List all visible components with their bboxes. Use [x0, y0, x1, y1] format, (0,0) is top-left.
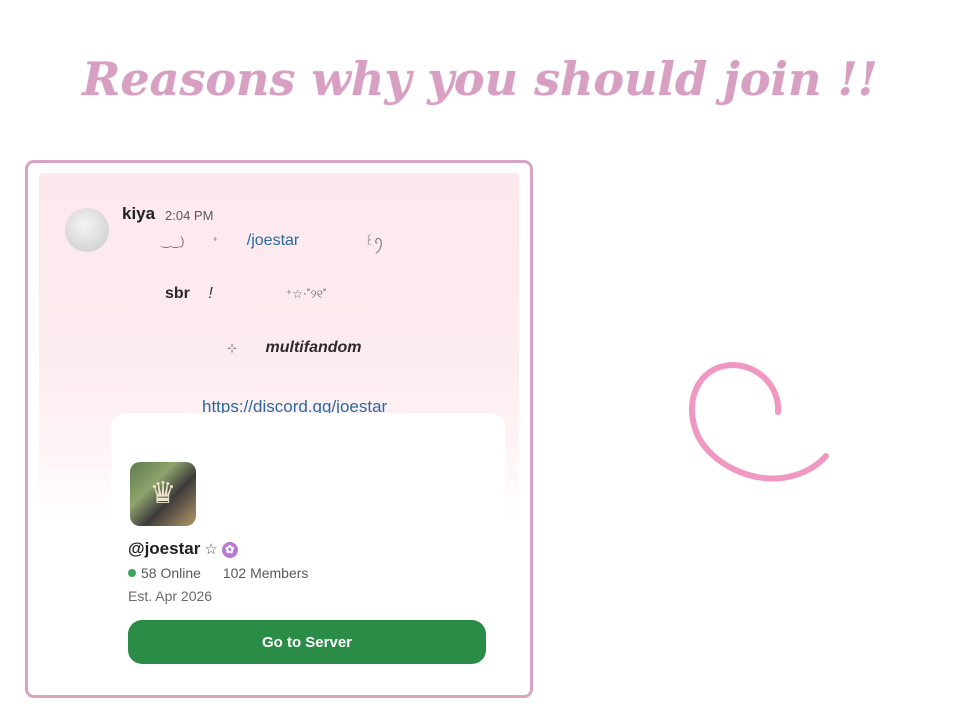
message-line-3: ⊹ multifandom: [227, 339, 362, 357]
go-to-server-button[interactable]: Go to Server: [128, 620, 486, 664]
headline-title: Reasons why you should join !!: [82, 52, 878, 106]
channel-link[interactable]: /joestar: [247, 232, 299, 249]
online-dot-icon: [128, 569, 136, 577]
message-line-1: ⠀ ‿‿) ⠀ ⠀ ⁺ /joestar ⠀ ⠀ ⠀ ⠀ ⠀ ꒰ꪆ: [149, 230, 383, 255]
exclamation-text: !: [208, 285, 213, 302]
server-name-row: @joestar ☆ ✿: [128, 539, 238, 559]
server-avatar-image: ♛: [149, 476, 177, 511]
server-stats: 58 Online 102 Members: [128, 565, 308, 581]
established-date: Est. Apr 2026: [128, 588, 213, 604]
sbr-text: sbr: [165, 285, 190, 302]
member-count: 102 Members: [222, 565, 309, 581]
user-avatar[interactable]: [65, 208, 109, 252]
online-count: 58 Online: [141, 565, 201, 581]
message-line-2: sbr ! ⠀ ⠀ ⠀ ⠀ ⁺☆⋅˚୨୧˚: [165, 285, 327, 303]
server-icon[interactable]: ♛: [130, 462, 196, 526]
message-username[interactable]: kiya: [122, 204, 155, 224]
server-name[interactable]: @joestar: [128, 539, 200, 558]
server-invite-embed: ♛ @joestar ☆ ✿ 58 Online 102 Members Est. …: [111, 413, 505, 685]
loading-spinner-icon: [688, 362, 829, 482]
multifandom-text: multifandom: [265, 339, 362, 356]
decor-left: ⠀ ‿‿) ⠀ ⠀ ⁺: [149, 234, 219, 248]
message-timestamp: 2:04 PM: [165, 208, 214, 223]
star-icon: ☆: [204, 541, 218, 558]
loading-spinner: [640, 288, 896, 544]
decor-right: ⠀ ⠀ ⠀ ⠀ ⠀ ꒰ꪆ: [303, 234, 384, 248]
star-decor: ⠀ ⠀ ⠀ ⠀ ⁺☆⋅˚୨୧˚: [237, 287, 327, 301]
flower-badge-icon: ✿: [221, 542, 238, 558]
sparkle-decor: ⊹: [227, 341, 238, 355]
discord-message-card: kiya 2:04 PM ⠀ ‿‿) ⠀ ⠀ ⁺ /joestar ⠀ ⠀ ⠀ …: [25, 160, 533, 698]
